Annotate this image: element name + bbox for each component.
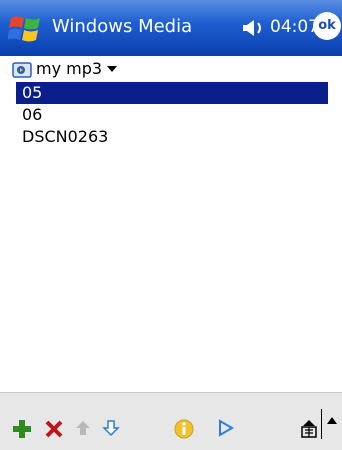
list-item[interactable]: 05 (16, 82, 328, 104)
app-title: Windows Media (52, 16, 193, 37)
down-arrow-icon[interactable] (102, 419, 120, 437)
chevron-down-icon[interactable] (107, 66, 117, 72)
title-bar: Windows Media 04:07 ok (0, 0, 342, 56)
playlist: 05 06 DSCN0263 (0, 82, 342, 392)
folder-dropdown[interactable]: my mp3 (36, 58, 102, 80)
ok-button[interactable]: ok (313, 12, 341, 40)
play-icon[interactable] (218, 419, 234, 437)
list-item[interactable]: 06 (16, 104, 328, 126)
plus-icon[interactable] (12, 419, 32, 439)
x-icon[interactable] (44, 419, 64, 439)
folder-bar: my mp3 (0, 56, 342, 82)
media-folder-icon (12, 62, 32, 78)
toolbar-divider (321, 409, 322, 439)
speaker-icon[interactable] (240, 17, 266, 39)
up-arrow-icon[interactable] (74, 419, 92, 437)
clock[interactable]: 04:07 (270, 14, 319, 40)
sip-toggle-up-icon[interactable] (326, 415, 338, 427)
info-icon[interactable] (174, 419, 194, 439)
keyboard-icon[interactable] (300, 419, 318, 439)
list-item[interactable]: DSCN0263 (16, 126, 328, 148)
bottom-toolbar (0, 392, 342, 450)
windows-flag-icon[interactable] (8, 10, 44, 46)
